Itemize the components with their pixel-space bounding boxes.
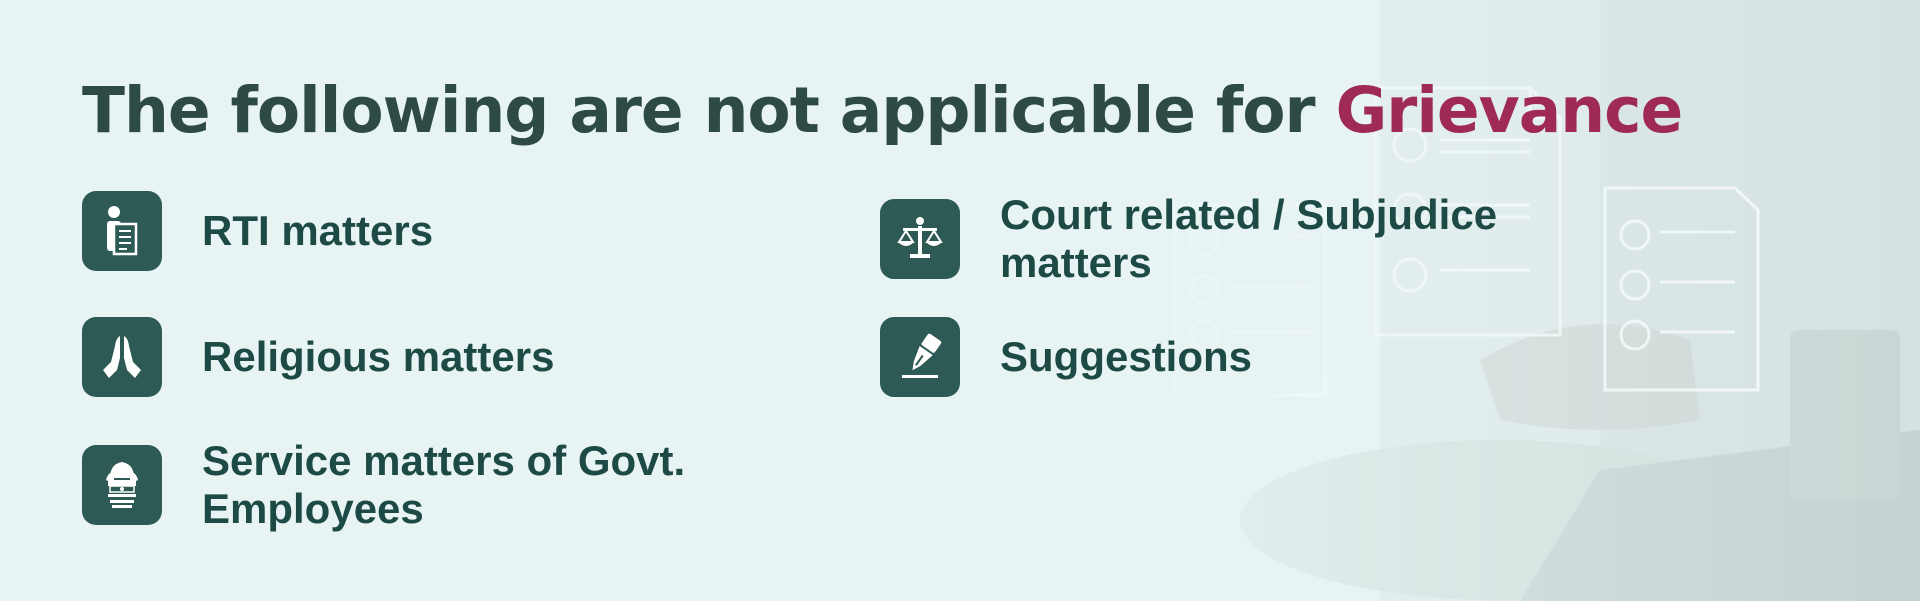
list-item-service: Service matters of Govt. Employees [82,437,742,533]
list-item-label: RTI matters [202,207,434,254]
pen-signing-icon [880,317,960,397]
rti-document-person-icon [82,191,162,271]
list-item-label: Religious matters [202,333,555,380]
page-title: The following are not applicable for Gri… [82,74,1684,147]
list-item-suggestions: Suggestions [880,317,1252,397]
list-item-label: Court related / Subjudice matters [1000,191,1498,286]
list-item-religious: Religious matters [82,317,554,397]
title-prefix: The following are not applicable for [82,74,1316,147]
list-item-label: Suggestions [1000,333,1253,380]
list-item-court: Court related / Subjudice matters [880,191,1540,287]
scales-of-justice-icon [880,199,960,279]
list-item-label: Service matters of Govt. Employees [202,437,686,532]
national-emblem-icon [82,445,162,525]
title-highlight: Grievance [1335,74,1684,147]
folded-hands-icon [82,317,162,397]
list-item-rti: RTI matters [82,191,433,271]
